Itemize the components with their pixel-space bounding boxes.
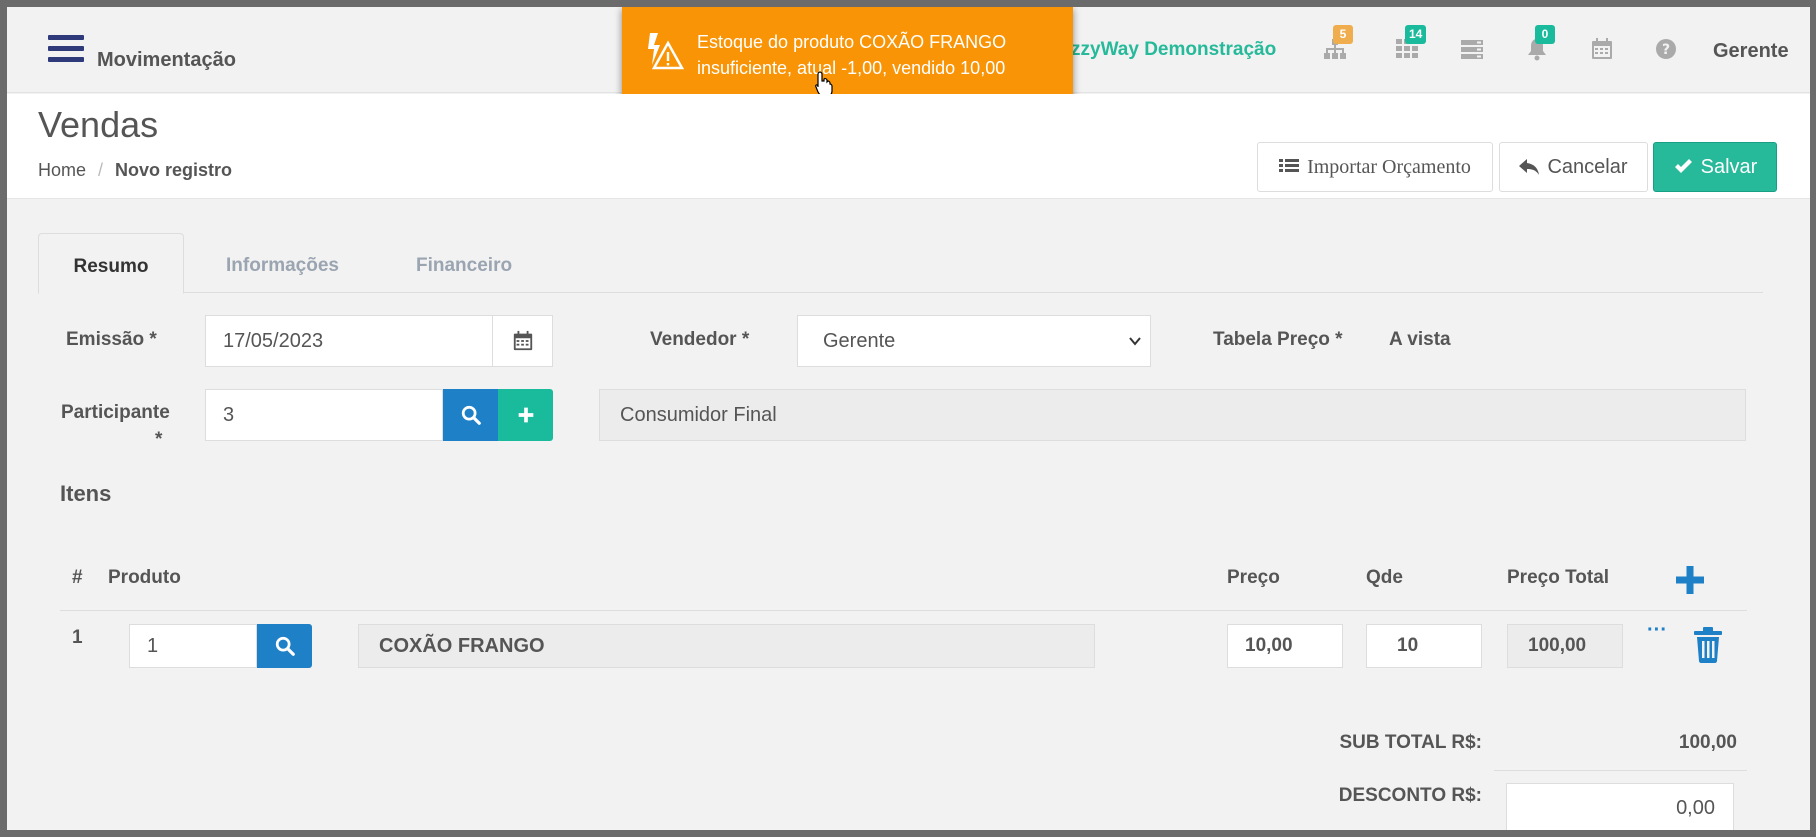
row-price-input[interactable]: 10,00 (1227, 624, 1343, 668)
apps-badge: 14 (1405, 25, 1427, 44)
import-quote-button[interactable]: Importar Orçamento (1257, 142, 1493, 192)
row-num: 1 (72, 627, 83, 648)
desconto-label: DESCONTO R$: (1338, 785, 1482, 806)
emissao-label: Emissão * (66, 329, 157, 350)
reply-icon (1519, 159, 1540, 175)
server-icon[interactable] (1460, 37, 1488, 63)
toast-message: Estoque do produto COXÃO FRANGO insufici… (697, 32, 1007, 78)
page-header: Vendas Home / Novo registro Importar Orçam… (7, 94, 1810, 199)
row-more-icon[interactable]: ··· (1647, 619, 1667, 642)
col-total-header: Preço Total (1507, 567, 1610, 588)
row-product-name: COXÃO FRANGO (358, 624, 1095, 668)
tab-resumo[interactable]: Resumo (38, 233, 184, 294)
breadcrumb: Home / Novo registro (38, 160, 232, 181)
breadcrumb-separator: / (98, 160, 104, 180)
participante-search-button[interactable] (443, 389, 498, 441)
vendedor-selected: Gerente (823, 329, 896, 352)
calendar-icon (513, 330, 532, 351)
save-label: Salvar (1700, 155, 1758, 178)
vendedor-select[interactable]: Gerente (797, 315, 1151, 367)
col-qde-header: Qde (1366, 567, 1403, 588)
module-title: Movimentação (97, 49, 236, 71)
totals-divider (1494, 770, 1747, 771)
menu-toggle-icon[interactable] (48, 35, 84, 67)
tab-financeiro[interactable]: Financeiro (416, 233, 512, 294)
breadcrumb-current: Novo registro (115, 160, 233, 180)
row-product-code-input[interactable]: 1 (129, 624, 257, 668)
check-icon (1674, 159, 1692, 173)
row-product-search-button[interactable] (257, 624, 312, 668)
breadcrumb-home[interactable]: Home (38, 160, 86, 180)
subtotal-value: 100,00 (1678, 732, 1737, 753)
tabela-preco-value: A vista (1389, 329, 1451, 350)
cancel-button[interactable]: Cancelar (1499, 142, 1648, 192)
calendar-icon[interactable] (1590, 37, 1618, 63)
trash-icon[interactable] (1692, 627, 1724, 663)
participante-label: Participante (61, 402, 170, 423)
participante-code-input[interactable]: 3 (205, 389, 443, 441)
col-produto-header: Produto (108, 567, 181, 588)
import-quote-label: Importar Orçamento (1307, 155, 1471, 178)
date-picker-button[interactable] (493, 315, 553, 367)
tab-informacoes[interactable]: Informações (226, 233, 339, 294)
col-preco-header: Preço (1227, 567, 1280, 588)
notifications-badge: 0 (1535, 25, 1555, 44)
company-name[interactable]: zzyWay Demonstração (1071, 39, 1276, 61)
subtotal-label: SUB TOTAL R$: (1339, 732, 1482, 753)
stock-warning-toast[interactable]: Estoque do produto COXÃO FRANGO insufici… (622, 7, 1073, 103)
app-frame: Movimentação zzyWay Demonstração 5 14 0 … (7, 7, 1810, 830)
cancel-label: Cancelar (1547, 155, 1628, 178)
participante-required-mark: * (155, 429, 163, 450)
list-icon (1279, 159, 1300, 172)
col-num-header: # (72, 567, 83, 588)
desconto-input[interactable]: 0,00 (1506, 783, 1734, 830)
chevron-down-icon (1129, 337, 1141, 346)
plus-icon (518, 407, 533, 423)
page-title: Vendas (38, 104, 159, 145)
apps-grid-icon[interactable]: 14 (1395, 25, 1427, 63)
row-qty-input[interactable]: 10 (1366, 624, 1482, 668)
save-button[interactable]: Salvar (1653, 142, 1777, 192)
bell-icon[interactable]: 0 (1525, 25, 1555, 63)
user-menu[interactable]: Gerente (1713, 40, 1789, 63)
network-badge: 5 (1333, 25, 1353, 44)
tabela-preco-label: Tabela Preço * (1213, 329, 1343, 350)
help-icon[interactable]: ? (1654, 37, 1682, 63)
participante-add-button[interactable] (498, 389, 553, 441)
row-total-field: 100,00 (1507, 624, 1623, 668)
vendedor-label: Vendedor * (650, 329, 750, 350)
network-icon[interactable]: 5 (1323, 25, 1353, 63)
warning-icon (648, 33, 684, 70)
search-icon (461, 405, 481, 425)
table-header-divider (60, 610, 1747, 611)
tab-bar: Resumo Informações Financeiro (38, 233, 1763, 294)
svg-text:?: ? (1662, 42, 1670, 58)
participante-name-field: Consumidor Final (599, 389, 1746, 441)
search-icon (275, 636, 295, 656)
add-item-icon[interactable] (1672, 562, 1708, 598)
emissao-input[interactable]: 17/05/2023 (205, 315, 493, 367)
itens-title: Itens (60, 481, 112, 506)
